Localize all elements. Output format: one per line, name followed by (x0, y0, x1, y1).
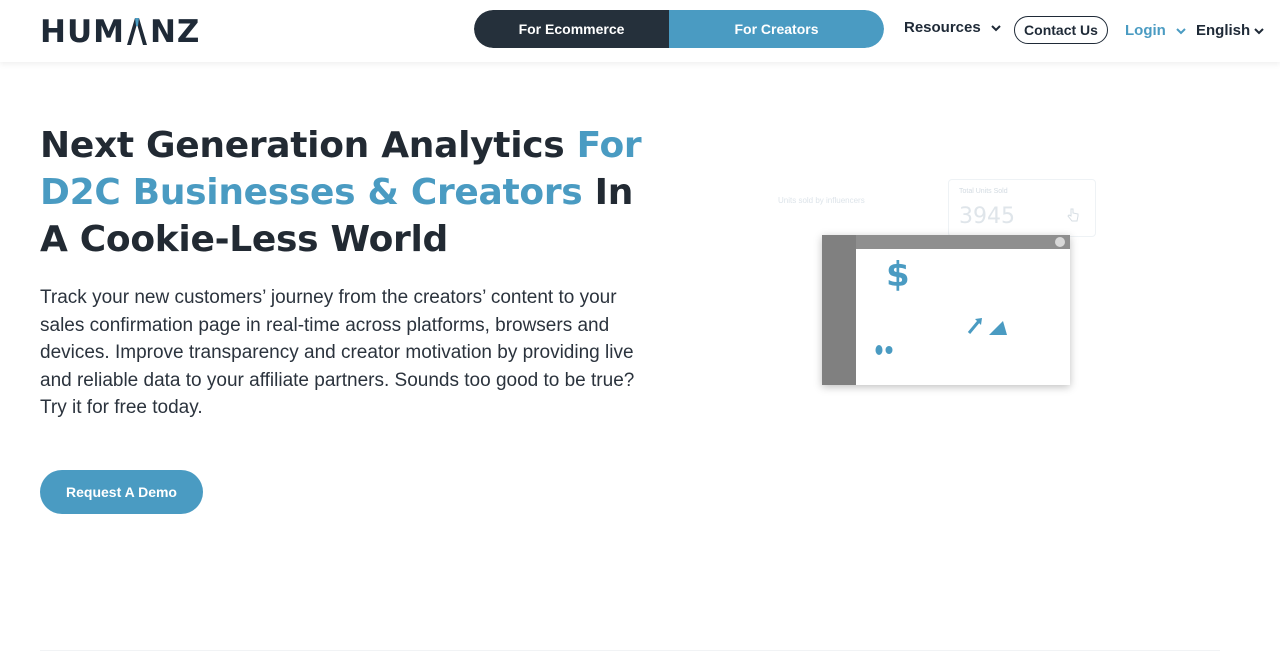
close-icon (1055, 237, 1065, 247)
humanz-logo[interactable]: HUMANZ (40, 14, 200, 50)
pointer-hand-icon (1067, 208, 1079, 227)
logo-wordmark: HUMANZ (40, 14, 201, 50)
dots-icon (874, 343, 896, 361)
hero-headline: Next Generation Analytics For D2C Busine… (40, 122, 660, 263)
contact-us-button[interactable]: Contact Us (1014, 16, 1108, 44)
site-header: HUMANZ For Ecommerce For Creators Resour… (0, 0, 1280, 62)
headline-part-1: Next Generation Analytics (40, 125, 577, 166)
window-sidebar (822, 235, 856, 385)
section-divider (40, 650, 1220, 651)
audience-toggle: For Ecommerce For Creators (474, 10, 884, 48)
dashboard-window: $ (822, 235, 1070, 385)
hero-description: Track your new customers’ journey from t… (40, 287, 635, 418)
language-label: English (1196, 22, 1251, 39)
for-ecommerce-tab[interactable]: For Ecommerce (474, 10, 669, 48)
dollar-icon: $ (886, 255, 910, 295)
units-sold-card: Total Units Sold 3945 (948, 179, 1096, 237)
login-menu[interactable]: Login (1125, 22, 1186, 39)
for-creators-tab[interactable]: For Creators (669, 10, 884, 48)
chevron-down-icon (991, 19, 1001, 36)
arrow-up-right-icon (967, 313, 1013, 344)
window-titlebar (822, 235, 1070, 249)
resources-menu[interactable]: Resources (904, 19, 1001, 36)
language-selector[interactable]: English (1196, 22, 1264, 39)
units-sold-label: Total Units Sold (959, 188, 1008, 195)
chevron-down-icon (1176, 22, 1186, 39)
request-demo-button[interactable]: Request A Demo (40, 470, 203, 514)
resources-label: Resources (904, 19, 981, 36)
units-sold-value: 3945 (959, 204, 1015, 229)
login-label: Login (1125, 22, 1166, 39)
analytics-illustration: Units sold by influencers Total Units So… (760, 175, 1110, 405)
chevron-down-icon (1254, 22, 1264, 39)
faint-caption: Units sold by influencers (778, 196, 865, 205)
